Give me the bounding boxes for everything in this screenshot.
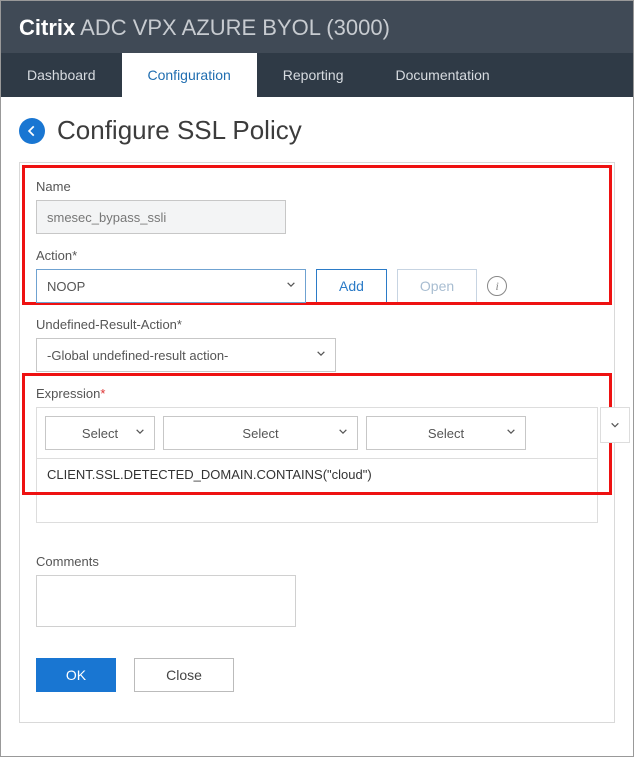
tab-documentation[interactable]: Documentation: [369, 53, 515, 97]
expression-textarea[interactable]: [36, 459, 598, 523]
main-tabs: Dashboard Configuration Reporting Docume…: [1, 53, 633, 97]
expression-selector-row: [36, 407, 598, 459]
comments-label: Comments: [36, 554, 598, 569]
action-label: Action*: [36, 248, 598, 263]
undef-select[interactable]: [36, 338, 336, 372]
brand-strong: Citrix: [19, 15, 75, 40]
tab-reporting[interactable]: Reporting: [257, 53, 370, 97]
name-input: [36, 200, 286, 234]
close-button[interactable]: Close: [134, 658, 234, 692]
action-select[interactable]: [36, 269, 306, 303]
expression-select-1[interactable]: [45, 416, 155, 450]
name-label: Name: [36, 179, 598, 194]
open-button: Open: [397, 269, 477, 303]
back-button[interactable]: [19, 118, 45, 144]
tab-configuration[interactable]: Configuration: [122, 53, 257, 97]
expression-select-2[interactable]: [163, 416, 358, 450]
info-icon[interactable]: i: [487, 276, 507, 296]
page-title: Configure SSL Policy: [57, 115, 302, 146]
form-box: Name Action* Add Open i Undefined-Result…: [19, 162, 615, 723]
page-body: Configure SSL Policy Name Action* Add Op…: [1, 97, 633, 741]
brand-rest: ADC VPX AZURE BYOL (3000): [75, 15, 390, 40]
topbar: Citrix ADC VPX AZURE BYOL (3000): [1, 1, 633, 53]
expression-label: Expression*: [36, 386, 598, 401]
expression-overflow-select[interactable]: [600, 407, 630, 443]
undef-label: Undefined-Result-Action*: [36, 317, 598, 332]
comments-textarea[interactable]: [36, 575, 296, 627]
tab-dashboard[interactable]: Dashboard: [1, 53, 122, 97]
add-button[interactable]: Add: [316, 269, 387, 303]
expression-select-3[interactable]: [366, 416, 526, 450]
ok-button[interactable]: OK: [36, 658, 116, 692]
